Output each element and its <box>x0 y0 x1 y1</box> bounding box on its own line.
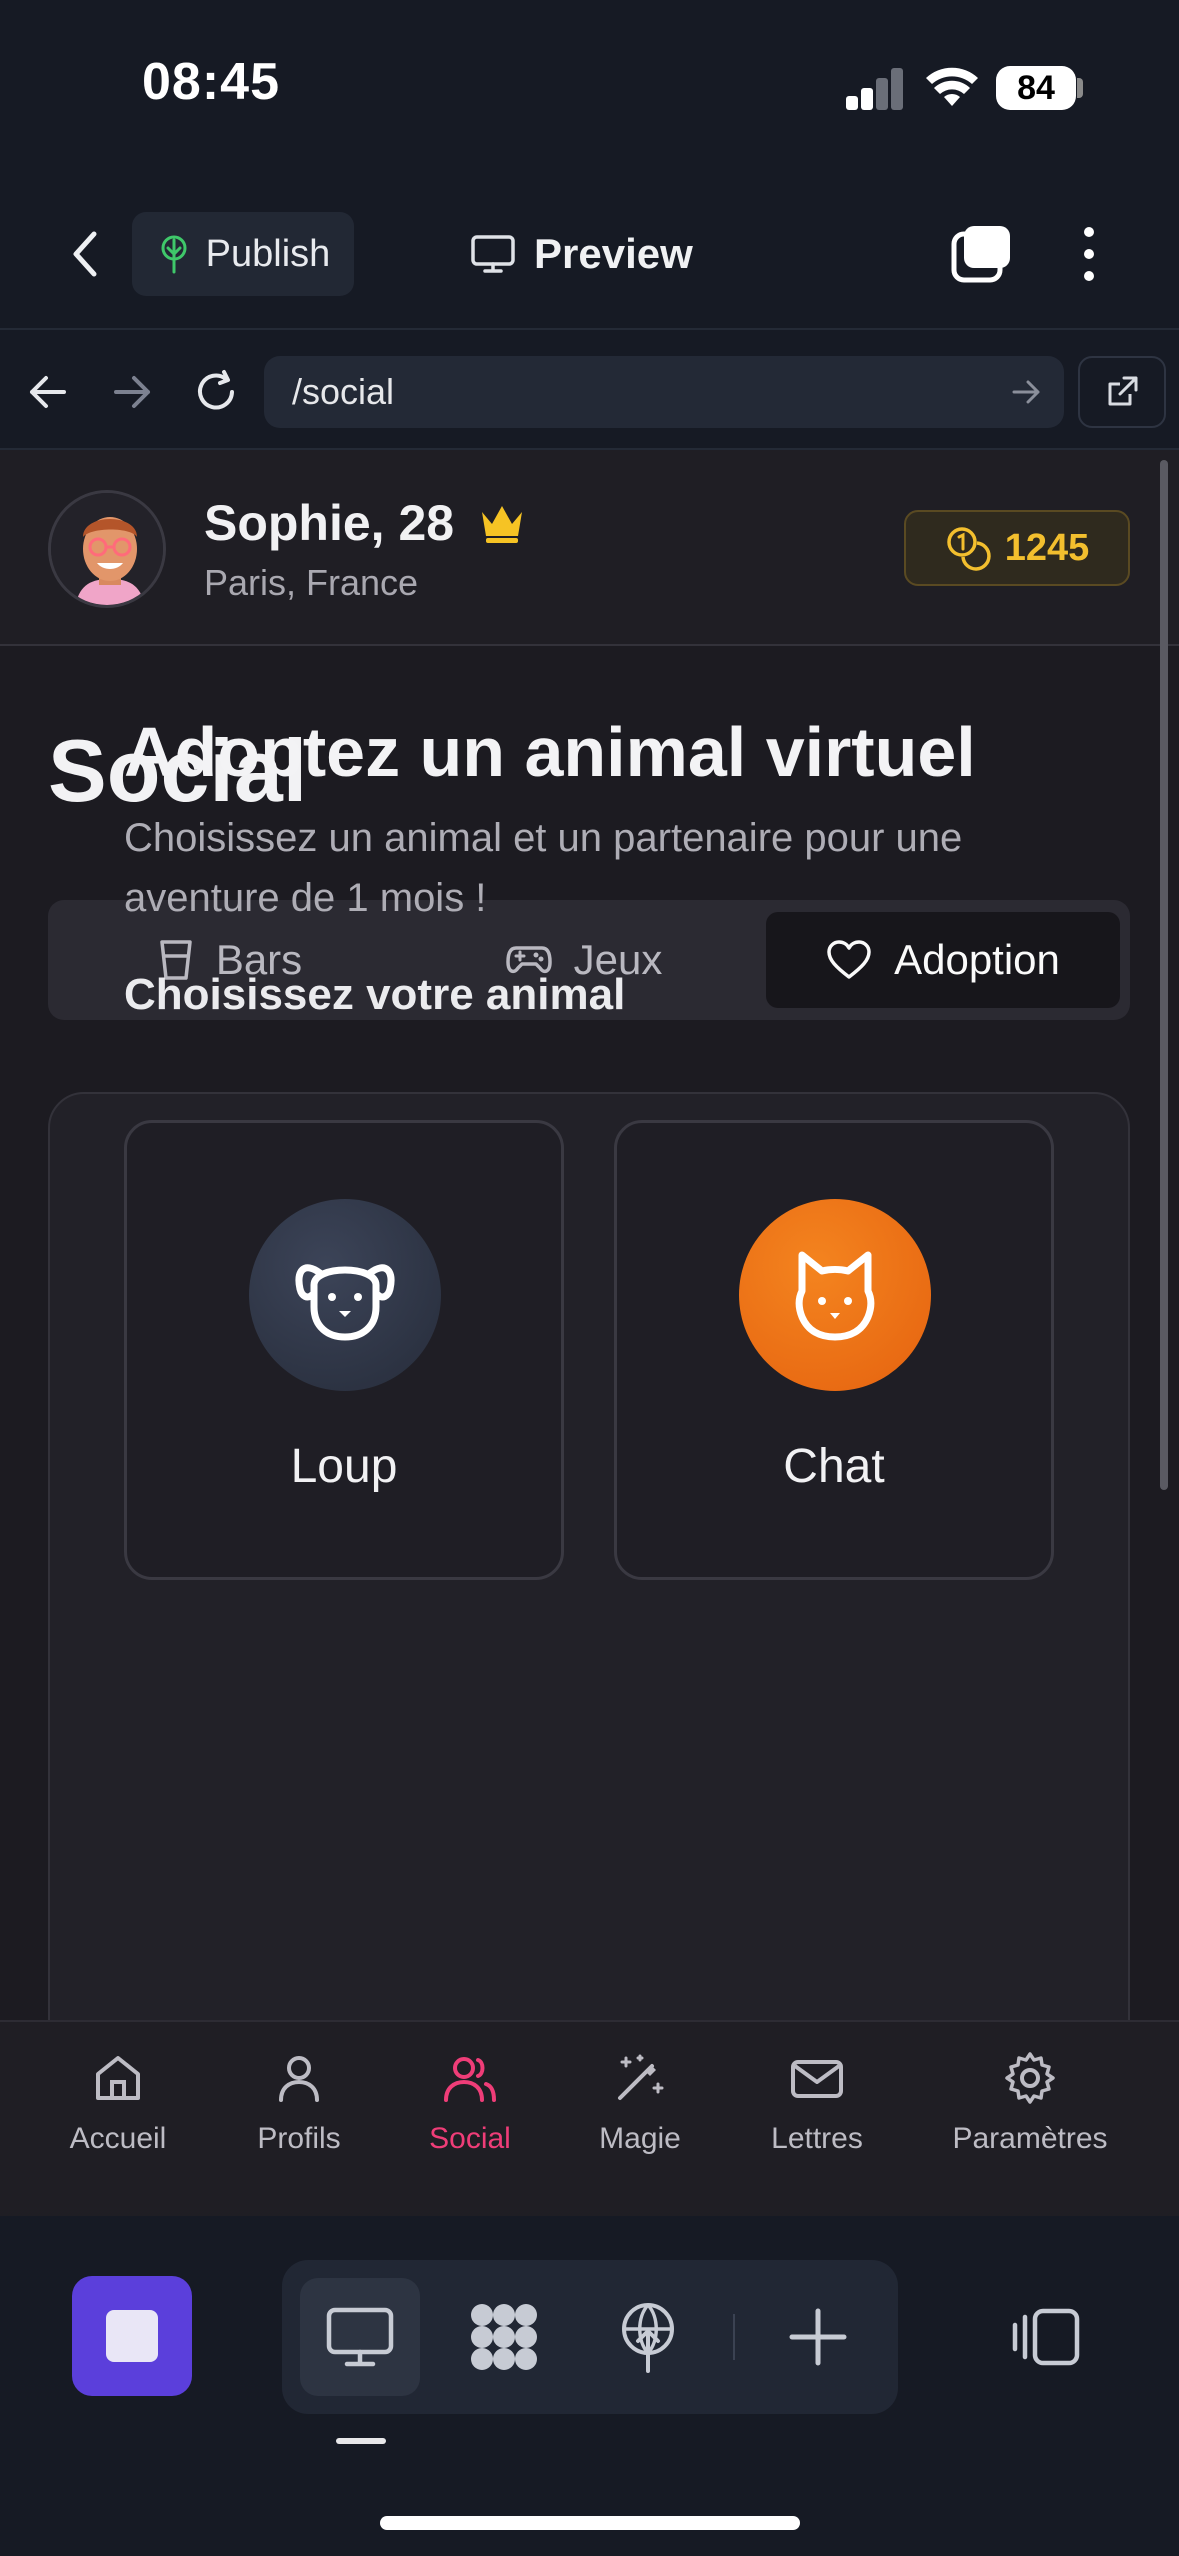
apps-grid-icon <box>471 2304 537 2370</box>
dock-side-panel-button[interactable] <box>986 2278 1106 2396</box>
dock-preview-button[interactable] <box>300 2278 420 2396</box>
dock-divider <box>733 2314 735 2360</box>
coins-badge[interactable]: 1245 <box>904 510 1130 586</box>
nav-label-profils: Profils <box>257 2122 341 2155</box>
cellular-signal-icon <box>846 66 904 110</box>
animal-option-chat[interactable]: Chat <box>614 1120 1054 1580</box>
animal-option-loup[interactable]: Loup <box>124 1120 564 1580</box>
publish-label: Publish <box>205 232 331 275</box>
stop-button[interactable] <box>72 2276 192 2396</box>
browser-forward-icon[interactable] <box>110 372 154 412</box>
adoption-description: Choisissez un animal et un partenaire po… <box>124 816 963 920</box>
animal-avatar-chat <box>739 1199 931 1391</box>
animal-avatar-loup <box>249 1199 441 1391</box>
nav-item-magie[interactable]: Magie <box>550 2050 730 2180</box>
nav-item-accueil[interactable]: Accueil <box>28 2050 208 2180</box>
profile-name-text: Sophie, 28 <box>204 495 455 551</box>
mail-icon <box>791 2060 843 2098</box>
crown-icon <box>481 506 522 543</box>
users-icon <box>444 2057 496 2102</box>
publish-button[interactable]: Publish <box>132 212 354 296</box>
nav-item-lettres[interactable]: Lettres <box>727 2050 907 2180</box>
wifi-icon <box>926 67 978 106</box>
user-icon <box>279 2056 319 2102</box>
nav-label-accueil: Accueil <box>69 2122 167 2155</box>
url-field[interactable]: /social <box>264 356 1064 428</box>
tabs-switcher-icon[interactable] <box>950 222 1014 286</box>
scrollbar[interactable] <box>1160 460 1168 1490</box>
preview-label: Preview <box>534 230 693 277</box>
dock-add-button[interactable] <box>758 2278 878 2396</box>
reload-icon[interactable] <box>192 368 240 416</box>
nav-label-parametres: Paramètres <box>952 2122 1108 2155</box>
animal-label-loup: Loup <box>290 1440 398 1493</box>
nav-item-profils[interactable]: Profils <box>209 2050 389 2180</box>
battery-indicator: 84 <box>996 66 1076 110</box>
home-icon <box>96 2056 140 2100</box>
url-go-arrow-icon[interactable] <box>1010 376 1042 408</box>
active-dock-indicator <box>336 2438 386 2444</box>
heart-icon <box>827 940 871 979</box>
more-options-icon[interactable] <box>1074 222 1104 286</box>
nav-item-social[interactable]: Social <box>380 2050 560 2180</box>
url-text: /social <box>292 371 395 412</box>
nav-item-parametres[interactable]: Paramètres <box>940 2050 1120 2180</box>
dock-apps-button[interactable] <box>444 2278 564 2396</box>
animal-label-chat: Chat <box>783 1440 885 1493</box>
page-content: Sophie, 28 Paris, France 1245 Social Bar… <box>0 450 1179 2020</box>
monitor-icon <box>471 235 515 273</box>
coins-icon <box>946 527 991 571</box>
plus-icon <box>789 2308 847 2366</box>
external-link-icon <box>1108 376 1138 406</box>
adoption-title: Adoptez un animal virtuel <box>124 713 976 791</box>
stop-square-icon <box>106 2310 158 2362</box>
tab-adoption-label: Adoption <box>894 936 1060 983</box>
dock-publish-button[interactable] <box>588 2278 708 2396</box>
magic-wand-icon <box>618 2054 664 2100</box>
status-time: 08:45 <box>142 53 280 111</box>
side-panel-icon <box>1012 2308 1080 2366</box>
nav-label-lettres: Lettres <box>771 2122 863 2155</box>
dog-icon <box>295 1264 395 1341</box>
preview-button[interactable]: Preview <box>470 212 730 296</box>
nav-label-social: Social <box>429 2122 511 2155</box>
profile-name: Sophie, 28 <box>204 494 526 552</box>
profile-location: Paris, France <box>204 562 419 603</box>
globe-upload-icon <box>622 2303 674 2373</box>
avatar[interactable] <box>48 490 166 608</box>
monitor-icon <box>326 2307 394 2367</box>
cat-icon <box>795 1251 875 1341</box>
battery-tip <box>1077 78 1083 98</box>
publish-tree-icon <box>161 235 187 274</box>
browser-back-icon[interactable] <box>26 372 70 412</box>
back-chevron-icon[interactable] <box>62 226 110 282</box>
home-indicator[interactable] <box>380 2516 800 2530</box>
settings-icon <box>1005 2052 1055 2104</box>
open-external-button[interactable] <box>1078 356 1166 428</box>
coins-count: 1245 <box>1004 526 1090 569</box>
choose-animal-label: Choisissez votre animal <box>124 970 626 1019</box>
nav-label-magie: Magie <box>599 2122 681 2155</box>
